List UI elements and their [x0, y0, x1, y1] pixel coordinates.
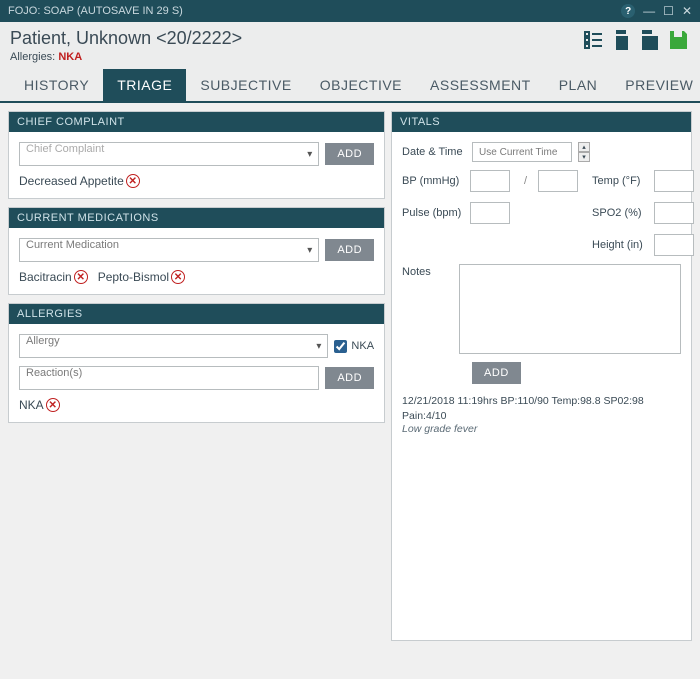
notes-input[interactable]	[459, 264, 681, 354]
tab-plan[interactable]: PLAN	[545, 69, 612, 101]
pulse-label: Pulse (bpm)	[402, 207, 466, 219]
tab-history[interactable]: HISTORY	[10, 69, 103, 101]
maximize-button[interactable]: ☐	[663, 4, 674, 18]
spo2-input[interactable]	[654, 202, 694, 224]
temp-label: Temp (°F)	[592, 175, 650, 187]
chief-items: Decreased Appetite ✕	[19, 174, 374, 188]
tab-bar: HISTORY TRIAGE SUBJECTIVE OBJECTIVE ASSE…	[0, 63, 700, 103]
allergy-items: NKA ✕	[19, 398, 374, 412]
notes-label: Notes	[402, 264, 453, 278]
list-icon[interactable]	[582, 28, 606, 52]
datetime-input[interactable]: Use Current Time	[472, 142, 572, 162]
chief-complaint-header: CHIEF COMPLAINT	[9, 112, 384, 132]
height-label: Height (in)	[592, 239, 650, 251]
chief-add-button[interactable]: ADD	[325, 143, 374, 165]
window-title: FOJO: SOAP (AUTOSAVE IN 29 S)	[8, 5, 183, 17]
chief-complaint-panel: CHIEF COMPLAINT Chief Complaint ▾ ADD De…	[8, 111, 385, 199]
bp-slash: /	[524, 175, 534, 187]
datetime-spinner[interactable]: ▴▾	[578, 142, 590, 162]
bp-label: BP (mmHg)	[402, 175, 466, 187]
medication-add-button[interactable]: ADD	[325, 239, 374, 261]
tab-assessment[interactable]: ASSESSMENT	[416, 69, 545, 101]
medication-items: Bacitracin ✕ Pepto-Bismol ✕	[19, 270, 374, 284]
save-icon[interactable]	[666, 28, 690, 52]
allergies-panel: ALLERGIES Allergy ▾ NKA Reaction(s)	[8, 303, 385, 423]
temp-input[interactable]	[654, 170, 694, 192]
dropdown-caret-icon: ▾	[307, 149, 312, 160]
spo2-label: SPO2 (%)	[592, 207, 650, 219]
body: CHIEF COMPLAINT Chief Complaint ▾ ADD De…	[0, 103, 700, 649]
medication-item: Bacitracin ✕	[19, 270, 88, 284]
vitals-header: VITALS	[392, 112, 691, 132]
vitals-add-button[interactable]: ADD	[472, 362, 521, 384]
tab-subjective[interactable]: SUBJECTIVE	[186, 69, 305, 101]
nka-checkbox[interactable]: NKA	[334, 340, 374, 353]
template-icon[interactable]	[638, 28, 662, 52]
medication-input[interactable]: Current Medication ▾	[19, 238, 319, 262]
tab-triage[interactable]: TRIAGE	[103, 69, 186, 101]
vitals-history-line: 12/21/2018 11:19hrs BP:110/90 Temp:98.8 …	[402, 394, 681, 423]
tab-preview[interactable]: PREVIEW	[611, 69, 700, 101]
allergies-label: Allergies:	[10, 51, 55, 63]
dropdown-caret-icon: ▾	[316, 341, 321, 352]
pulse-input[interactable]	[470, 202, 510, 224]
minimize-button[interactable]: —	[643, 4, 655, 18]
dropdown-caret-icon: ▾	[307, 245, 312, 256]
bp-dia-input[interactable]	[538, 170, 578, 192]
chief-complaint-input[interactable]: Chief Complaint ▾	[19, 142, 319, 166]
medications-header: CURRENT MEDICATIONS	[9, 208, 384, 228]
patient-header: Patient, Unknown <20/2222> Allergies: NK…	[0, 22, 700, 63]
title-bar: FOJO: SOAP (AUTOSAVE IN 29 S) ? — ☐ ✕	[0, 0, 700, 22]
medications-panel: CURRENT MEDICATIONS Current Medication ▾…	[8, 207, 385, 295]
datetime-label: Date & Time	[402, 146, 466, 158]
toolbar-icons	[582, 28, 690, 52]
copy-icon[interactable]	[610, 28, 634, 52]
remove-icon[interactable]: ✕	[74, 270, 88, 284]
vitals-panel: VITALS Date & Time Use Current Time ▴▾ B…	[391, 111, 692, 641]
medication-item: Pepto-Bismol ✕	[98, 270, 185, 284]
allergy-input[interactable]: Allergy ▾	[19, 334, 328, 358]
allergy-add-button[interactable]: ADD	[325, 367, 374, 389]
tab-objective[interactable]: OBJECTIVE	[306, 69, 416, 101]
help-icon[interactable]: ?	[621, 4, 635, 18]
chief-item: Decreased Appetite ✕	[19, 174, 140, 188]
remove-icon[interactable]: ✕	[171, 270, 185, 284]
reaction-input[interactable]: Reaction(s)	[19, 366, 319, 390]
patient-name: Patient, Unknown <20/2222>	[10, 28, 242, 49]
remove-icon[interactable]: ✕	[126, 174, 140, 188]
allergies-header: ALLERGIES	[9, 304, 384, 324]
close-button[interactable]: ✕	[682, 4, 692, 18]
vitals-history-sub: Low grade fever	[402, 423, 681, 435]
bp-sys-input[interactable]	[470, 170, 510, 192]
allergy-item: NKA ✕	[19, 398, 60, 412]
allergies-value: NKA	[58, 51, 82, 63]
remove-icon[interactable]: ✕	[46, 398, 60, 412]
height-input[interactable]	[654, 234, 694, 256]
